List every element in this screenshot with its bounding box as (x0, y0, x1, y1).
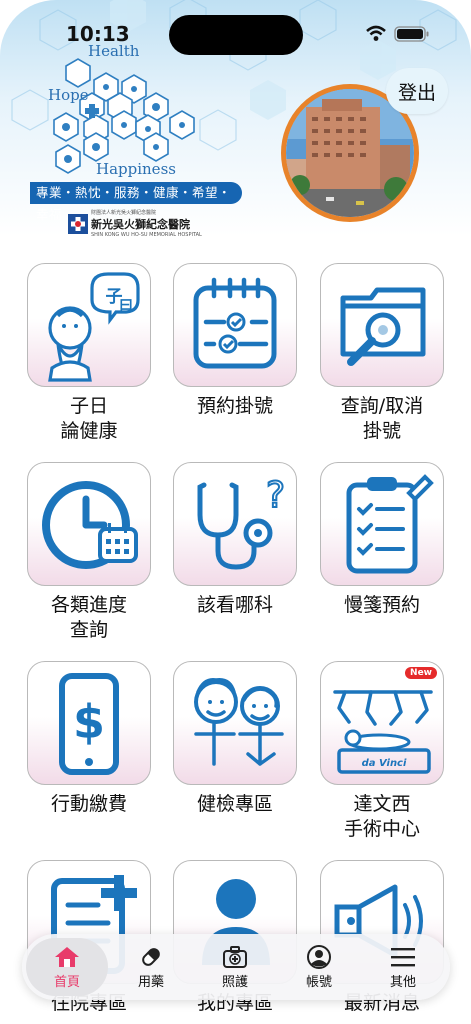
tile-label: 慢箋預約 (343, 594, 420, 616)
tile-label: 該看哪科 (196, 594, 273, 616)
kids-icon (194, 678, 284, 766)
nav-label-care: 照護 (221, 974, 248, 990)
clipboard-checklist-icon (346, 474, 434, 574)
nav-label-home: 首頁 (53, 974, 80, 990)
tile-query-cancel[interactable]: 查詢/取消 掛號 (320, 263, 444, 444)
tile-label: 健檢專區 (196, 793, 273, 815)
tile-label: 子日 論健康 (60, 395, 118, 442)
nav-medication[interactable]: 用藥 (110, 938, 192, 996)
stethoscope-icon: ? (197, 474, 286, 570)
tile-label: 各類進度 查詢 (50, 594, 127, 641)
hospital-logo: 財團法人新光吳火獅紀念醫院 新光吳火獅紀念醫院 SHIN KONG WU HO-… (68, 209, 202, 238)
nav-home[interactable]: 首頁 (26, 938, 108, 996)
tile-chronic-prescription[interactable]: 慢箋預約 (320, 462, 444, 618)
robot-surgery-icon: da Vinci (333, 690, 433, 774)
tile-which-department[interactable]: ? 該看哪科 (173, 462, 297, 618)
nav-other[interactable]: 其他 (362, 938, 444, 996)
svg-text:$: $ (73, 695, 105, 749)
slogan-bar: 專業・熱忱・服務・健康・希望・幸福 (30, 182, 242, 222)
logout-button[interactable]: 登出 (386, 68, 448, 114)
hospital-emblem-icon (68, 213, 88, 234)
da-vinci-sublabel: da Vinci (362, 758, 407, 769)
hospital-english-name: SHIN KONG WU HO-SU MEMORIAL HOSPITAL (91, 232, 202, 238)
tile-appointment[interactable]: 預約掛號 (173, 263, 297, 419)
menu-icon (391, 947, 415, 966)
nav-account[interactable]: 帳號 (278, 938, 360, 996)
tile-label: 達文西 手術中心 (343, 793, 420, 840)
tile-label: 預約掛號 (196, 395, 273, 417)
folder-search-icon (340, 287, 426, 366)
svg-text:曰: 曰 (119, 298, 133, 314)
tile-progress-query[interactable]: 各類進度 查詢 (27, 462, 151, 643)
tile-health-check[interactable]: 健檢專區 (173, 661, 297, 817)
account-icon (307, 944, 331, 969)
header-banner: 10:13 Health Hope Happiness 專業・熱忱・服務・健康・… (0, 0, 471, 248)
calendar-check-icon (193, 277, 277, 369)
tile-label: 查詢/取消 掛號 (340, 395, 424, 442)
nav-label-other: 其他 (389, 974, 416, 990)
tile-confucius-health[interactable]: 子 曰 子日 論健康 (27, 263, 151, 444)
bottom-navigation: 首頁 用藥 照護 帳號 其他 (22, 934, 450, 1000)
wifi-icon (366, 25, 386, 41)
battery-icon (394, 26, 429, 42)
tile-label: 行動繳費 (50, 793, 127, 815)
tile-da-vinci-center[interactable]: da Vinci New 達文西 手術中心 (320, 661, 444, 842)
clock-calendar-icon (42, 481, 138, 569)
logo-word-hope: Hope (48, 86, 89, 104)
nav-label-medication: 用藥 (137, 974, 164, 990)
svg-text:?: ? (266, 475, 285, 516)
tile-mobile-payment[interactable]: $ 行動繳費 (27, 661, 151, 817)
logo-word-health: Health (88, 42, 140, 60)
app-screen: 10:13 Health Hope Happiness 專業・熱忱・服務・健康・… (0, 0, 471, 1024)
dynamic-island (169, 15, 303, 55)
hospital-name: 新光吳火獅紀念醫院 (91, 218, 190, 231)
medkit-icon (223, 945, 247, 968)
nav-care[interactable]: 照護 (194, 938, 276, 996)
home-icon (55, 946, 79, 967)
confucius-icon: 子 曰 (48, 272, 140, 382)
pill-icon (142, 947, 160, 966)
nav-label-account: 帳號 (305, 974, 332, 990)
hospital-small-text: 財團法人新光吳火獅紀念醫院 (91, 210, 157, 216)
status-icons (365, 24, 453, 48)
phone-dollar-icon: $ (59, 673, 119, 775)
logo-word-happiness: Happiness (96, 160, 176, 178)
new-badge: New (405, 667, 437, 679)
